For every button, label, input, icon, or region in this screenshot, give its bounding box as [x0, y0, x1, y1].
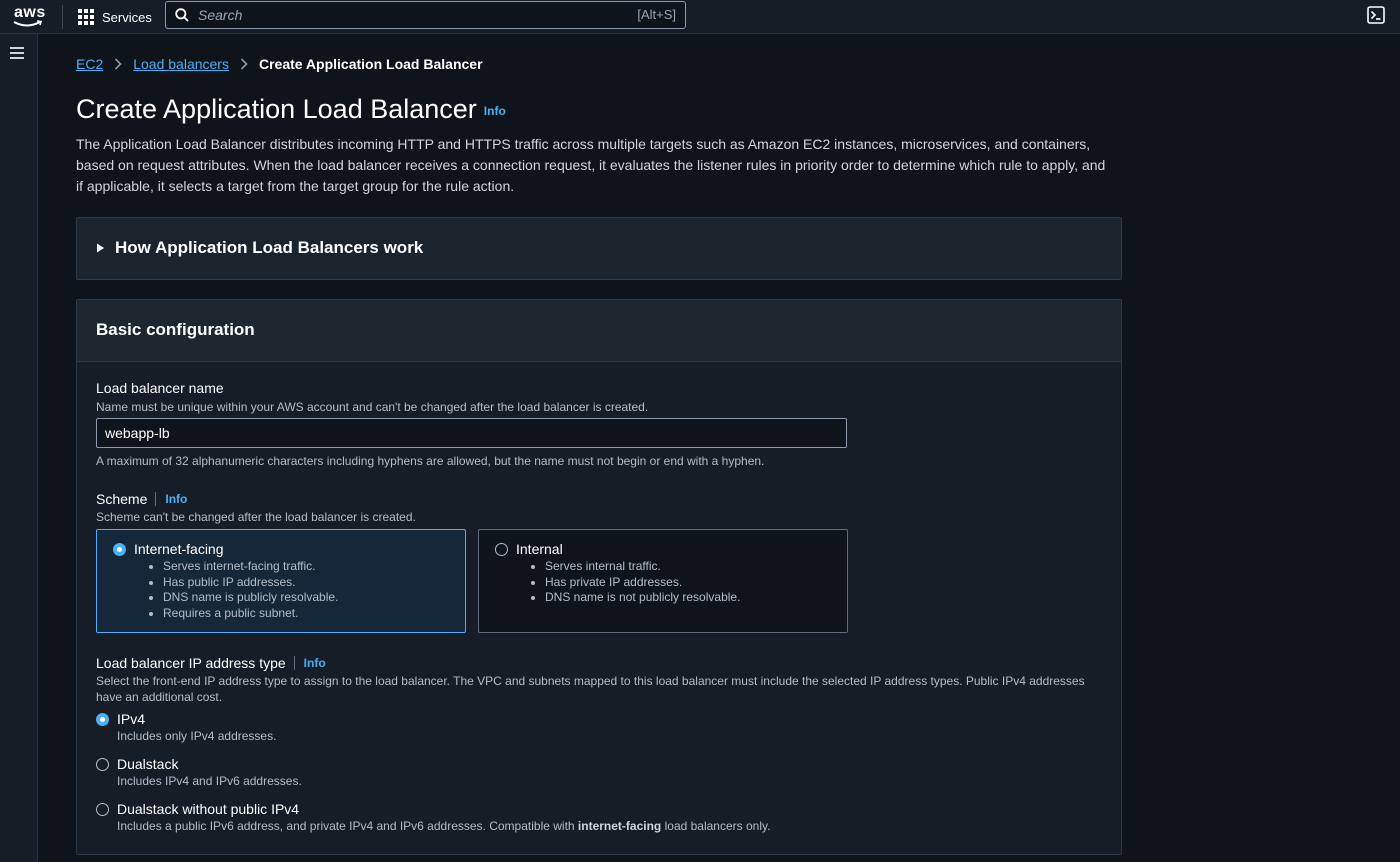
internal-bullets: Serves internal traffic. Has private IP …	[525, 559, 740, 606]
breadcrumb-load-balancers[interactable]: Load balancers	[133, 56, 229, 72]
basic-configuration-header: Basic configuration	[77, 300, 1121, 362]
how-it-works-panel: How Application Load Balancers work	[76, 217, 1122, 280]
internet-facing-label: Internet-facing	[134, 541, 224, 557]
page-description: The Application Load Balancer distribute…	[76, 136, 1106, 194]
ip-option-dualstack[interactable]: Dualstack Includes IPv4 and IPv6 address…	[96, 756, 302, 788]
label-divider	[293, 656, 295, 670]
sub-text: load balancers only.	[661, 819, 771, 833]
services-menu-button[interactable]: Services	[78, 6, 152, 28]
breadcrumb: EC2 Load balancers Create Application Lo…	[76, 56, 483, 72]
lb-name-label-text: Load balancer name	[96, 380, 224, 396]
scheme-info-link[interactable]: Info	[165, 492, 187, 506]
chevron-right-icon	[240, 58, 248, 70]
list-item: Serves internal traffic.	[545, 559, 740, 575]
list-item: DNS name is not publicly resolvable.	[545, 590, 740, 606]
internal-label: Internal	[516, 541, 563, 557]
ip-type-description: Select the front-end IP address type to …	[96, 674, 1085, 704]
services-label: Services	[102, 9, 152, 25]
scheme-label-text: Scheme	[96, 491, 148, 507]
scheme-tile-internal[interactable]: Internal Serves internal traffic. Has pr…	[478, 529, 848, 633]
dualstack-no-public-ipv4-sub: Includes a public IPv6 address, and priv…	[117, 819, 770, 833]
list-item: DNS name is publicly resolvable.	[163, 590, 338, 606]
internet-facing-bullets: Serves internet-facing traffic. Has publ…	[143, 559, 338, 621]
lb-name-constraint: A maximum of 32 alphanumeric characters …	[96, 454, 765, 468]
caret-right-icon	[97, 243, 104, 253]
aws-logo[interactable]: aws	[10, 3, 52, 31]
radio-dualstack[interactable]	[96, 757, 109, 771]
nav-divider	[62, 5, 63, 29]
ip-type-label-text: Load balancer IP address type	[96, 655, 286, 671]
list-item: Has public IP addresses.	[163, 575, 338, 591]
top-navigation: aws Services [Alt+S]	[0, 0, 1400, 34]
breadcrumb-ec2[interactable]: EC2	[76, 56, 103, 72]
page-title: Create Application Load Balancer Info	[76, 94, 506, 125]
list-item: Has private IP addresses.	[545, 575, 740, 591]
title-info-link[interactable]: Info	[484, 104, 506, 118]
left-rail	[0, 34, 38, 862]
radio-dualstack-no-public-ipv4[interactable]	[96, 802, 109, 816]
radio-internal[interactable]	[495, 542, 508, 556]
label-divider	[155, 492, 157, 506]
list-item: Serves internet-facing traffic.	[163, 559, 338, 575]
ipv4-sub: Includes only IPv4 addresses.	[117, 729, 277, 743]
page-title-text: Create Application Load Balancer	[76, 94, 477, 124]
breadcrumb-current: Create Application Load Balancer	[258, 56, 483, 72]
scheme-label: Scheme Info	[96, 491, 187, 507]
hamburger-icon[interactable]	[10, 47, 24, 62]
radio-ipv4[interactable]	[96, 712, 109, 726]
lb-name-description: Name must be unique within your AWS acco…	[96, 400, 649, 414]
grid-icon	[78, 9, 94, 25]
scheme-tile-internet-facing[interactable]: Internet-facing Serves internet-facing t…	[96, 529, 466, 633]
list-item: Requires a public subnet.	[163, 606, 338, 622]
how-it-works-expander[interactable]: How Application Load Balancers work	[96, 238, 423, 258]
ip-option-ipv4[interactable]: IPv4 Includes only IPv4 addresses.	[96, 711, 276, 743]
ip-option-dualstack-no-public-ipv4[interactable]: Dualstack without public IPv4 Includes a…	[96, 801, 770, 833]
ip-type-label: Load balancer IP address type Info	[96, 655, 326, 671]
sub-bold-text: internet-facing	[577, 819, 662, 833]
cloudshell-icon[interactable]	[1367, 6, 1385, 24]
ipv4-label: IPv4	[117, 711, 146, 727]
search-input[interactable]	[196, 5, 596, 25]
basic-configuration-body: Load balancer name Name must be unique w…	[77, 362, 1121, 854]
basic-configuration-title: Basic configuration	[96, 320, 255, 339]
dualstack-label: Dualstack	[117, 756, 179, 772]
search-shortcut: [Alt+S]	[637, 7, 676, 22]
search-box[interactable]: [Alt+S]	[165, 1, 686, 29]
chevron-right-icon	[114, 58, 122, 70]
ip-type-info-link[interactable]: Info	[304, 656, 326, 670]
sub-text: Includes a public IPv6 address, and priv…	[117, 819, 578, 833]
dualstack-sub: Includes IPv4 and IPv6 addresses.	[117, 774, 302, 788]
scheme-description: Scheme can't be changed after the load b…	[96, 510, 416, 524]
lb-name-input[interactable]	[96, 418, 847, 448]
lb-name-label: Load balancer name	[96, 380, 224, 396]
basic-configuration-panel: Basic configuration Load balancer name N…	[76, 299, 1122, 855]
radio-internet-facing[interactable]	[113, 542, 126, 556]
dualstack-no-public-ipv4-label: Dualstack without public IPv4	[117, 801, 300, 817]
how-it-works-title: How Application Load Balancers work	[115, 238, 424, 257]
search-icon	[175, 8, 189, 22]
aws-smile-icon	[13, 20, 43, 27]
